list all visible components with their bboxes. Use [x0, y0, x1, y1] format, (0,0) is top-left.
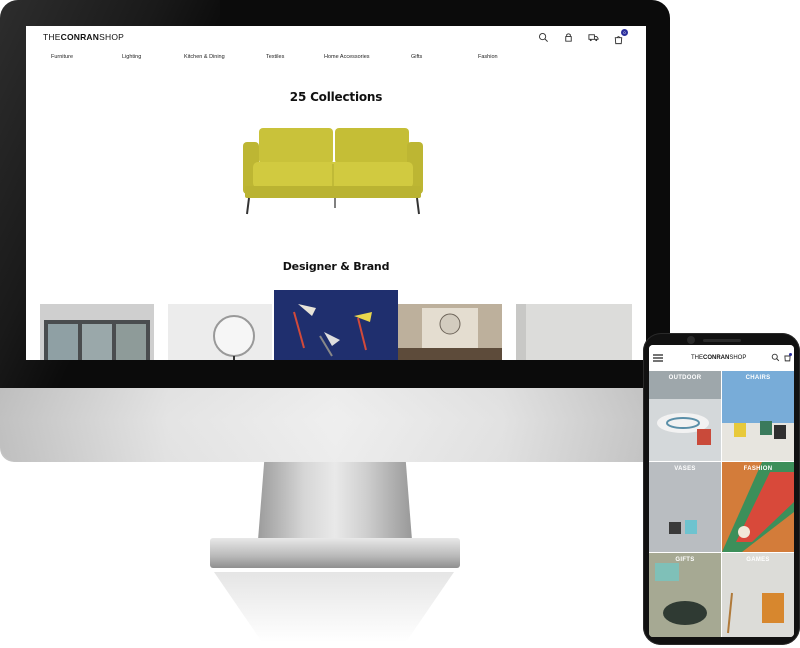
imac-stand-neck — [258, 462, 412, 540]
tile-label-vases: VASES — [674, 466, 696, 472]
designer-carousel — [26, 290, 646, 360]
carousel-item-3[interactable] — [274, 290, 398, 360]
menu-icon[interactable] — [653, 354, 663, 362]
search-icon[interactable] — [538, 32, 549, 43]
tile-label-outdoor: OUTDOOR — [668, 375, 702, 381]
mobile-header: THECONRANSHOP — [649, 345, 794, 369]
delivery-truck-icon[interactable] — [588, 32, 599, 43]
category-tile-chairs[interactable]: CHAIRS — [722, 371, 794, 461]
collections-title: 25 Collections — [289, 90, 383, 104]
phone-speaker — [703, 339, 741, 342]
category-tile-games[interactable]: GAMES — [722, 553, 794, 637]
category-tile-outdoor[interactable]: OUTDOOR — [649, 371, 721, 461]
tile-label-fashion: FASHION — [743, 466, 773, 472]
category-tile-gifts[interactable]: GIFTS — [649, 553, 721, 637]
nav-gifts[interactable]: Gifts — [411, 54, 422, 60]
imac-stand-reflection — [214, 572, 454, 642]
desktop-logo[interactable]: THECONRANSHOP — [43, 32, 124, 42]
bag-icon[interactable] — [783, 353, 792, 362]
search-icon[interactable] — [771, 353, 780, 362]
nav-furniture[interactable]: Furniture — [51, 54, 73, 60]
designer-brand-title: Designer & Brand — [282, 260, 390, 273]
desktop-screen: THECONRANSHOP 0 Furniture Lighting Kitch… — [26, 26, 646, 360]
mirror-image — [168, 304, 272, 360]
category-tile-fashion[interactable]: FASHION — [722, 462, 794, 552]
desktop-nav: Furniture Lighting Kitchen & Dining Text… — [26, 54, 646, 66]
tile-label-chairs: CHAIRS — [745, 375, 771, 381]
lamps-image — [274, 290, 398, 360]
gifts-image — [649, 553, 721, 637]
room-image — [516, 304, 632, 360]
phone-frame: THECONRANSHOP OUTDOOR CHAIRS VASES FASHI… — [643, 333, 800, 645]
mobile-category-grid: OUTDOOR CHAIRS VASES FASHION GIFTS GAMES — [649, 371, 794, 637]
imac-stand-base — [210, 538, 460, 568]
nav-home-accessories[interactable]: Home Accessories — [324, 54, 370, 60]
nav-fashion[interactable]: Fashion — [478, 54, 498, 60]
tile-label-games: GAMES — [746, 557, 770, 563]
carousel-item-2[interactable] — [168, 304, 272, 360]
chairs-image — [722, 371, 794, 461]
nav-textiles[interactable]: Textiles — [266, 54, 284, 60]
imac-chin — [0, 388, 670, 462]
fashion-image — [722, 462, 794, 552]
tile-label-gifts: GIFTS — [675, 557, 695, 563]
desktop-header: THECONRANSHOP 0 Furniture Lighting Kitch… — [26, 26, 646, 66]
interior-image — [398, 304, 502, 360]
vases-image — [649, 462, 721, 552]
bag-icon[interactable]: 0 — [613, 29, 628, 45]
mobile-logo[interactable]: THECONRANSHOP — [691, 355, 746, 361]
nav-kitchen-dining[interactable]: Kitchen & Dining — [184, 54, 225, 60]
mobile-screen: THECONRANSHOP OUTDOOR CHAIRS VASES FASHI… — [649, 345, 794, 637]
nav-lighting[interactable]: Lighting — [122, 54, 141, 60]
phone-camera — [687, 336, 695, 344]
outdoor-image — [649, 371, 721, 461]
sofa-image[interactable] — [243, 126, 423, 218]
category-tile-vases[interactable]: VASES — [649, 462, 721, 552]
carousel-item-1[interactable] — [40, 304, 154, 360]
window-image — [40, 304, 154, 360]
desktop-header-icons: 0 — [538, 29, 628, 45]
cart-count-badge: 0 — [621, 29, 628, 36]
games-image — [722, 553, 794, 637]
carousel-item-5[interactable] — [516, 304, 632, 360]
store-icon[interactable] — [563, 32, 574, 43]
carousel-item-4[interactable] — [398, 304, 502, 360]
